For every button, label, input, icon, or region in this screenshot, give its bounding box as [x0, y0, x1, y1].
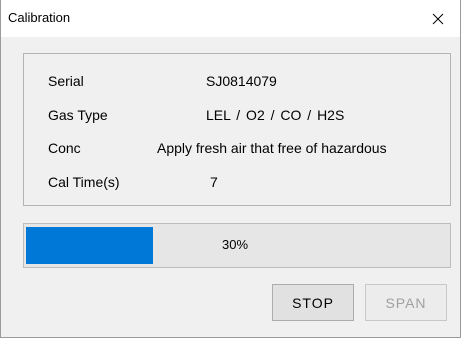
progress-fill — [26, 227, 153, 264]
cal-time-value: 7 — [210, 174, 218, 190]
close-icon — [432, 13, 444, 25]
title-bar[interactable]: Calibration — [1, 0, 460, 37]
calibration-window: Calibration Serial SJ0814079 Gas Type LE… — [0, 0, 461, 338]
dialog-content: Serial SJ0814079 Gas Type LEL / O2 / CO … — [1, 37, 460, 337]
stop-button[interactable]: STOP — [272, 284, 354, 321]
conc-value: Apply fresh air that free of hazardous — [157, 140, 387, 156]
gas-type-label: Gas Type — [48, 107, 108, 123]
close-button[interactable] — [416, 0, 460, 37]
span-button[interactable]: SPAN — [365, 284, 447, 321]
cal-time-label: Cal Time(s) — [48, 174, 120, 190]
info-panel: Serial SJ0814079 Gas Type LEL / O2 / CO … — [23, 53, 451, 206]
progress-percent-label: 30% — [222, 237, 249, 252]
gas-type-value: LEL / O2 / CO / H2S — [206, 107, 345, 123]
conc-label: Conc — [48, 140, 81, 156]
serial-label: Serial — [48, 73, 84, 89]
window-title: Calibration — [8, 10, 71, 25]
serial-value: SJ0814079 — [206, 73, 277, 89]
calibration-progress-bar: 30% — [23, 223, 451, 268]
